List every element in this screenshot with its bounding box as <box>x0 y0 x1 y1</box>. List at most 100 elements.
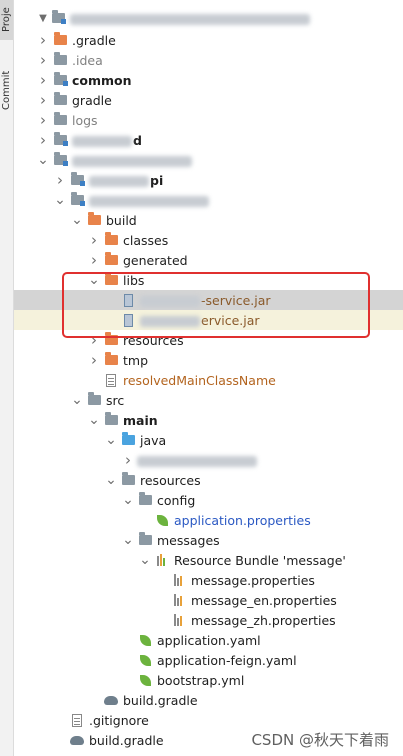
tree-item-label: Resource Bundle 'message' <box>174 552 346 568</box>
chevron-right-icon[interactable]: › <box>36 70 50 90</box>
tree-row[interactable]: resolvedMainClassName <box>14 370 403 390</box>
tree-item-label: common <box>72 72 132 88</box>
tree-row[interactable]: › tmp <box>14 350 403 370</box>
redacted-text <box>89 195 209 207</box>
spring-config-icon <box>137 630 153 650</box>
tree-row[interactable]: › gradle <box>14 90 403 110</box>
tree-row[interactable]: › <box>14 450 403 470</box>
jar-icon <box>120 310 136 330</box>
redacted-text <box>140 295 200 307</box>
tree-row[interactable]: › pi <box>14 170 403 190</box>
tree-row[interactable]: ⌄ messages <box>14 530 403 550</box>
tree-row[interactable]: › generated <box>14 250 403 270</box>
properties-icon <box>171 570 187 590</box>
folder-icon <box>52 50 68 70</box>
chevron-down-icon[interactable]: ⌄ <box>70 390 84 410</box>
tree-row[interactable]: ⌄ Resource Bundle 'message' <box>14 550 403 570</box>
chevron-down-icon[interactable]: ⌄ <box>87 270 101 290</box>
tree-row[interactable]: ⌄ java <box>14 430 403 450</box>
tree-item-label: tmp <box>123 352 149 368</box>
tree-row[interactable]: › classes <box>14 230 403 250</box>
commit-tool-tab[interactable]: Commit <box>0 60 13 120</box>
folder-module-icon <box>69 190 85 210</box>
chevron-down-icon[interactable]: ⌄ <box>87 410 101 430</box>
tree-item-label: build <box>106 212 137 228</box>
folder-icon <box>103 410 119 430</box>
chevron-down-icon[interactable]: ⌄ <box>104 470 118 490</box>
chevron-down-icon[interactable]: ⌄ <box>121 490 135 510</box>
tree-row[interactable]: message.properties <box>14 570 403 590</box>
tree-item-label: build.gradle <box>89 732 164 748</box>
tree-item-label: resources <box>123 332 184 348</box>
tree-item-label <box>89 193 210 208</box>
chevron-right-icon[interactable]: › <box>36 110 50 130</box>
tree-item-label: bootstrap.yml <box>157 672 245 688</box>
tree-row[interactable]: application.properties <box>14 510 403 530</box>
redacted-text <box>89 175 149 187</box>
tree-row[interactable]: bootstrap.yml <box>14 670 403 690</box>
chevron-right-icon[interactable]: › <box>87 330 101 350</box>
tree-row[interactable]: application.yaml <box>14 630 403 650</box>
tree-row[interactable]: › .idea <box>14 50 403 70</box>
spring-config-icon <box>137 650 153 670</box>
chevron-right-icon[interactable]: › <box>87 350 101 370</box>
folder-excluded-icon <box>52 30 68 50</box>
project-tree[interactable]: ▼ › .gradle › .idea › common › gradle › logs › d ⌄ › p… <box>14 0 403 756</box>
folder-icon <box>52 110 68 130</box>
tree-row[interactable]: ⌄ src <box>14 390 403 410</box>
tree-item-label: -service.jar <box>140 293 271 308</box>
project-tool-tab[interactable]: Proje <box>0 0 13 40</box>
chevron-down-icon[interactable]: ⌄ <box>70 210 84 230</box>
folder-excluded-icon <box>103 270 119 290</box>
tree-row[interactable]: ⌄ config <box>14 490 403 510</box>
tree-item-label <box>137 453 258 468</box>
tree-row[interactable]: ⌄ <box>14 150 403 170</box>
tree-row[interactable]: ⌄ resources <box>14 470 403 490</box>
tree-row[interactable]: › common <box>14 70 403 90</box>
folder-icon <box>86 390 102 410</box>
tree-row[interactable]: ⌄ libs <box>14 270 403 290</box>
tree-row[interactable]: message_zh.properties <box>14 610 403 630</box>
tree-row[interactable]: ⌄ build <box>14 210 403 230</box>
chevron-down-icon[interactable]: ⌄ <box>104 430 118 450</box>
tree-row[interactable]: application-feign.yaml <box>14 650 403 670</box>
tree-item-label: .gradle <box>72 32 116 48</box>
chevron-right-icon[interactable]: › <box>36 130 50 150</box>
tree-item-label: d <box>72 133 142 148</box>
chevron-right-icon[interactable]: › <box>121 450 135 470</box>
chevron-down-icon[interactable]: ⌄ <box>138 550 152 570</box>
folder-excluded-icon <box>103 350 119 370</box>
tree-row[interactable]: ⌄ main <box>14 410 403 430</box>
tree-item-label: generated <box>123 252 188 268</box>
tree-row[interactable]: › .gradle <box>14 30 403 50</box>
tree-item-label: application-feign.yaml <box>157 652 297 668</box>
chevron-down-icon[interactable]: ▼ <box>36 8 50 28</box>
chevron-right-icon[interactable]: › <box>36 50 50 70</box>
folder-icon <box>137 530 153 550</box>
folder-icon <box>120 470 136 490</box>
tree-row[interactable]: .gitignore <box>14 710 403 730</box>
chevron-right-icon[interactable]: › <box>36 30 50 50</box>
chevron-down-icon[interactable]: ⌄ <box>121 530 135 550</box>
chevron-right-icon[interactable]: › <box>87 250 101 270</box>
tree-row[interactable]: › logs <box>14 110 403 130</box>
project-root-row[interactable]: ▼ <box>14 8 403 28</box>
chevron-right-icon[interactable]: › <box>36 90 50 110</box>
tree-item-label: libs <box>123 272 145 288</box>
tree-item-label: main <box>123 412 158 428</box>
tree-row[interactable]: › resources <box>14 330 403 350</box>
tree-row[interactable]: message_en.properties <box>14 590 403 610</box>
chevron-right-icon[interactable]: › <box>53 170 67 190</box>
chevron-down-icon[interactable]: ⌄ <box>53 190 67 210</box>
spring-config-icon <box>137 670 153 690</box>
gradle-icon <box>69 730 85 750</box>
tree-row[interactable]: › d <box>14 130 403 150</box>
redacted-text <box>140 315 200 327</box>
watermark: CSDN @秋天下着雨 <box>251 731 389 749</box>
chevron-right-icon[interactable]: › <box>87 230 101 250</box>
tree-row[interactable]: build.gradle <box>14 690 403 710</box>
chevron-down-icon[interactable]: ⌄ <box>36 150 50 170</box>
tree-row[interactable]: ervice.jar <box>14 310 403 330</box>
tree-row[interactable]: ⌄ <box>14 190 403 210</box>
tree-row[interactable]: -service.jar <box>14 290 403 310</box>
